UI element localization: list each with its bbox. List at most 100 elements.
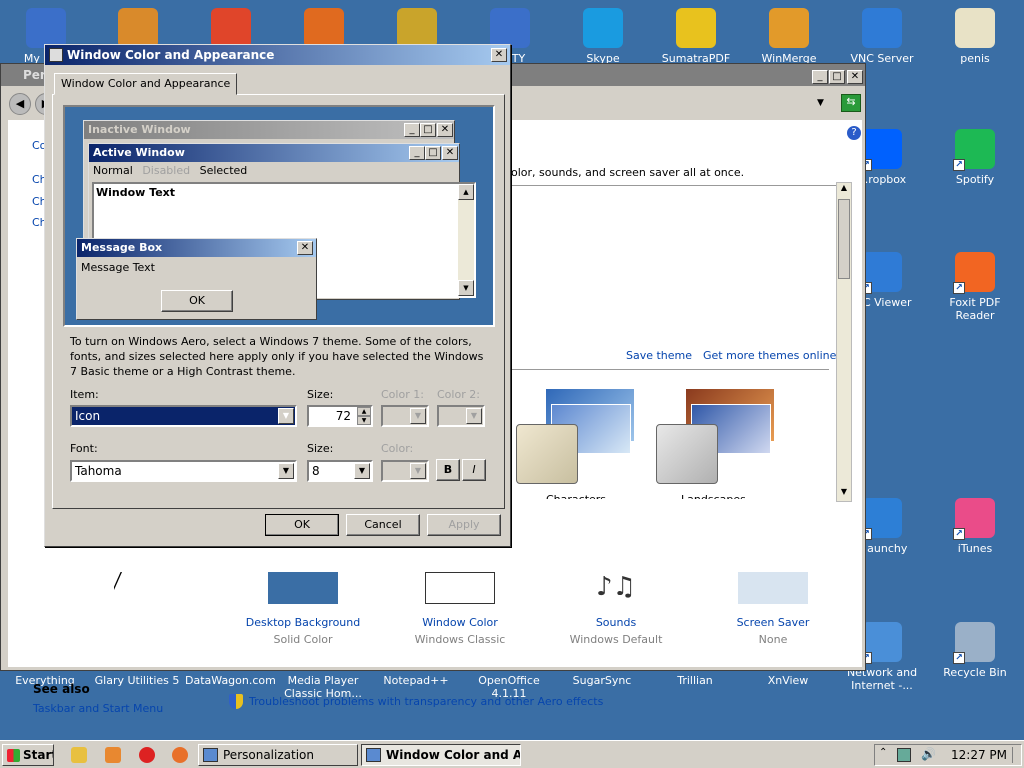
chevron-down-icon[interactable]: ▼ bbox=[410, 408, 426, 424]
personalize-item[interactable]: Desktop Background Solid Color bbox=[233, 572, 373, 646]
explorer-quicklaunch-icon[interactable] bbox=[71, 747, 87, 763]
desktop-icon[interactable]: ↗ Recycle Bin bbox=[929, 622, 1021, 679]
app-icon: ↗ bbox=[953, 252, 995, 294]
appearance-preview[interactable]: Inactive Window _ □ ✕ Active Window _ □ … bbox=[63, 105, 495, 327]
address-dropdown-icon[interactable]: ▼ bbox=[817, 98, 824, 108]
network-tray-icon[interactable] bbox=[897, 748, 911, 762]
spin-up-icon[interactable]: ▲ bbox=[357, 407, 371, 416]
maximize-button[interactable]: □ bbox=[829, 70, 845, 84]
font-select[interactable]: Tahoma ▼ bbox=[70, 460, 297, 482]
desktop-icon[interactable]: WinMerge bbox=[743, 8, 835, 65]
item-size-label: Size: bbox=[307, 388, 334, 401]
see-also-heading: See also bbox=[33, 682, 90, 696]
theme-landscapes[interactable]: Landscapes bbox=[651, 389, 781, 499]
desktop-icon-label[interactable]: SugarSync bbox=[557, 674, 647, 687]
shortcut-arrow-icon: ↗ bbox=[953, 282, 965, 294]
message-box-preview: Message Box ✕ Message Text OK bbox=[76, 238, 317, 320]
get-more-themes-link[interactable]: Get more themes online bbox=[703, 349, 836, 362]
desktop-icon[interactable]: ↗ iTunes bbox=[929, 498, 1021, 555]
start-button[interactable]: Start bbox=[2, 744, 54, 766]
theme-name-characters: Characters bbox=[546, 493, 606, 499]
dialog-close-button[interactable]: ✕ bbox=[491, 48, 507, 62]
taskbar-start-menu-link[interactable]: Taskbar and Start Menu bbox=[33, 702, 163, 715]
window-color-dialog[interactable]: Window Color and Appearance ✕ Window Col… bbox=[44, 44, 511, 547]
desktop-icon[interactable]: penis bbox=[929, 8, 1021, 65]
minimize-button[interactable]: _ bbox=[812, 70, 828, 84]
message-box-close-icon: ✕ bbox=[297, 241, 313, 255]
desktop-icon-label: Recycle Bin bbox=[943, 666, 1007, 679]
back-icon[interactable]: ◀ bbox=[9, 93, 31, 115]
font-size-select[interactable]: 8 ▼ bbox=[307, 460, 373, 482]
app-icon bbox=[26, 8, 66, 48]
cancel-button[interactable]: Cancel bbox=[346, 514, 420, 536]
media-player-quicklaunch-icon[interactable] bbox=[105, 747, 121, 763]
active-window-title: Active Window bbox=[89, 144, 459, 162]
font-color-picker[interactable]: ▼ bbox=[381, 460, 429, 482]
desktop-icon-label[interactable]: XnView bbox=[743, 674, 833, 687]
system-tray: ⌃ 🔊 12:27 PM bbox=[874, 744, 1022, 766]
chevron-down-icon[interactable]: ▼ bbox=[278, 463, 294, 479]
show-desktop-icon[interactable] bbox=[1012, 747, 1020, 763]
shield-icon bbox=[229, 694, 243, 709]
desktop-icon[interactable]: SumatraPDF bbox=[650, 8, 742, 65]
ok-button[interactable]: OK bbox=[265, 514, 339, 536]
bold-button[interactable]: B bbox=[436, 459, 460, 481]
italic-button[interactable]: I bbox=[462, 459, 486, 481]
opera-quicklaunch-icon[interactable] bbox=[139, 747, 155, 763]
clock[interactable]: 12:27 PM bbox=[951, 748, 1007, 762]
personalize-item[interactable]: Window Color Windows Classic bbox=[390, 572, 530, 646]
chevron-down-icon[interactable]: ▼ bbox=[278, 408, 294, 424]
color1-picker[interactable]: ▼ bbox=[381, 405, 429, 427]
inactive-maximize-icon: □ bbox=[420, 123, 436, 137]
tab-window-color[interactable]: Window Color and Appearance bbox=[54, 73, 238, 95]
desktop-icon[interactable]: VNC Server bbox=[836, 8, 928, 65]
font-size-label: Size: bbox=[307, 442, 334, 455]
app-icon bbox=[118, 8, 158, 48]
preview-ok-button: OK bbox=[161, 290, 233, 312]
chevron-down-icon[interactable]: ▼ bbox=[466, 408, 482, 424]
task-personalization[interactable]: Personalization bbox=[198, 744, 358, 766]
close-button[interactable]: ✕ bbox=[847, 70, 863, 84]
menu-selected: Selected bbox=[199, 164, 248, 177]
spin-down-icon[interactable]: ▼ bbox=[357, 416, 371, 425]
desktop-icon-label[interactable]: DataWagon.com bbox=[185, 674, 276, 687]
volume-tray-icon[interactable]: 🔊 bbox=[921, 747, 936, 761]
task-window-color[interactable]: Window Color and Ap... bbox=[361, 744, 521, 766]
item-size-spinner[interactable]: 72 ▲ ▼ bbox=[307, 405, 373, 427]
color2-picker[interactable]: ▼ bbox=[437, 405, 485, 427]
app-icon bbox=[397, 8, 437, 48]
personalize-item-title[interactable]: Window Color bbox=[390, 616, 530, 629]
desktop-icon-label[interactable]: Trillian bbox=[650, 674, 740, 687]
theme-list[interactable]: ▲ ▼ Save theme Get more themes online Ch… bbox=[511, 182, 852, 565]
troubleshoot-link[interactable]: Troubleshoot problems with transparency … bbox=[249, 695, 603, 708]
tray-expand-icon[interactable]: ⌃ bbox=[879, 747, 887, 758]
desktop-icon[interactable]: ↗ Spotify bbox=[929, 129, 1021, 186]
inactive-window-title: Inactive Window bbox=[84, 121, 454, 139]
chevron-down-icon[interactable]: ▼ bbox=[410, 463, 426, 479]
refresh-icon[interactable]: ⇆ bbox=[841, 94, 861, 112]
apply-button[interactable]: Apply bbox=[427, 514, 501, 536]
aero-info-text: To turn on Windows Aero, select a Window… bbox=[70, 335, 484, 378]
save-theme-link[interactable]: Save theme bbox=[626, 349, 692, 362]
desktop-icon-label[interactable]: Notepad++ bbox=[371, 674, 461, 687]
personalize-item[interactable]: Screen Saver None bbox=[703, 572, 843, 646]
theme-scrollbar[interactable]: ▲ ▼ bbox=[836, 182, 852, 502]
mouse-cursor-icon bbox=[113, 571, 121, 589]
personalize-item-title[interactable]: Sounds bbox=[546, 616, 686, 629]
firefox-quicklaunch-icon[interactable] bbox=[172, 747, 188, 763]
personalize-item[interactable]: ♪♫ Sounds Windows Default bbox=[546, 572, 686, 646]
desktop-icon[interactable]: Skype bbox=[557, 8, 649, 65]
active-maximize-icon: □ bbox=[425, 146, 441, 160]
personalize-item-title[interactable]: Desktop Background bbox=[233, 616, 373, 629]
help-icon[interactable]: ? bbox=[847, 126, 861, 140]
chevron-down-icon[interactable]: ▼ bbox=[354, 463, 370, 479]
dialog-title-bar[interactable]: Window Color and Appearance ✕ bbox=[45, 45, 510, 65]
item-select[interactable]: Icon ▼ bbox=[70, 405, 297, 427]
color2-label: Color 2: bbox=[437, 388, 480, 401]
personalize-item-title[interactable]: Screen Saver bbox=[703, 616, 843, 629]
app-icon: ↗ bbox=[953, 129, 995, 171]
desktop-icon[interactable]: ↗ Foxit PDF Reader bbox=[929, 252, 1021, 322]
window-color-icon bbox=[425, 572, 495, 604]
desktop-icon-label[interactable]: Glary Utilities 5 bbox=[92, 674, 182, 687]
theme-characters[interactable]: Characters bbox=[516, 389, 636, 499]
